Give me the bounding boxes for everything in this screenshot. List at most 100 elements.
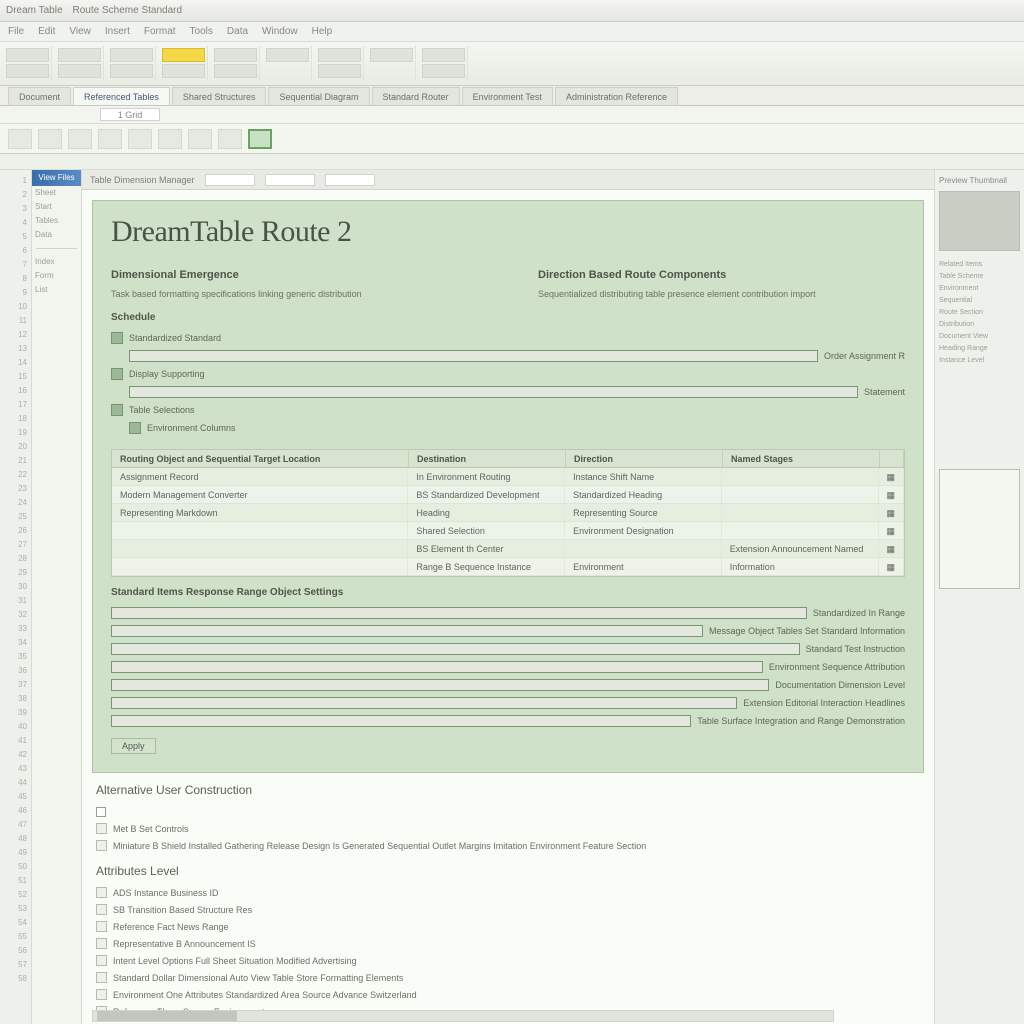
menu-insert[interactable]: Insert [105,26,130,37]
menu-tools[interactable]: Tools [190,26,213,37]
table-row[interactable]: Modern Management ConverterBS Standardiz… [112,486,904,504]
table-header-icon[interactable] [880,450,904,467]
rp-item[interactable]: Environment [939,285,1020,297]
apply-button[interactable]: Apply [111,738,156,754]
nav-item[interactable]: Tables [32,214,81,228]
fmt-button[interactable] [158,129,182,149]
tree-item[interactable]: Display Supporting [111,365,905,383]
table-header[interactable]: Routing Object and Sequential Target Loc… [112,450,409,467]
ribbon-button[interactable] [422,48,465,62]
menu-window[interactable]: Window [262,26,298,37]
table-row[interactable]: BS Element th CenterExtension Announceme… [112,540,904,558]
table-header[interactable]: Named Stages [723,450,880,467]
menu-edit[interactable]: Edit [38,26,55,37]
list-item[interactable]: Miniature B Shield Installed Gathering R… [96,837,920,854]
nav-item[interactable]: Start [32,200,81,214]
doc-toolbar-field[interactable] [205,174,255,186]
fmt-button[interactable] [218,129,242,149]
menu-view[interactable]: View [69,26,91,37]
list-item[interactable]: Reference Fact News Range [96,918,920,935]
list-item[interactable]: Standard Dollar Dimensional Auto View Ta… [96,969,920,986]
row-action-icon[interactable]: ▦ [879,540,905,557]
ribbon-button[interactable] [318,64,361,78]
list-item[interactable]: Environment Sequence Attribution [111,658,905,676]
list-item[interactable]: Intent Level Options Full Sheet Situatio… [96,952,920,969]
horizontal-scrollbar[interactable] [92,1010,834,1022]
tab-document[interactable]: Document [8,87,71,105]
ribbon-button[interactable] [58,64,101,78]
row-action-icon[interactable]: ▦ [879,468,905,485]
tree-item[interactable]: Statement [111,383,905,401]
ribbon-button[interactable] [318,48,361,62]
rp-item[interactable]: Related Items [939,261,1020,273]
secondary-thumbnail[interactable] [939,469,1020,589]
table-row[interactable]: Assignment RecordIn Environment RoutingI… [112,468,904,486]
tree-item[interactable]: Table Selections [111,401,905,419]
ribbon-button[interactable] [6,48,49,62]
row-action-icon[interactable]: ▦ [879,486,905,503]
list-item[interactable]: Environment One Attributes Standardized … [96,986,920,1003]
preview-thumbnail[interactable] [939,191,1020,251]
ribbon-button[interactable] [110,64,153,78]
ribbon-button[interactable] [370,48,413,62]
table-header[interactable]: Destination [409,450,566,467]
list-item[interactable]: Standardized In Range [111,604,905,622]
menu-help[interactable]: Help [312,26,333,37]
list-item[interactable]: ADS Instance Business ID [96,884,920,901]
row-action-icon[interactable]: ▦ [879,558,905,575]
list-item[interactable]: Met B Set Controls [96,820,920,837]
tree-item[interactable]: Order Assignment R [111,347,905,365]
fmt-button[interactable] [98,129,122,149]
list-item[interactable] [96,803,920,820]
menu-file[interactable]: File [8,26,24,37]
table-row[interactable]: Representing MarkdownHeadingRepresenting… [112,504,904,522]
cell-indicator[interactable]: 1 Grid [100,108,160,121]
rp-item[interactable]: Distribution [939,321,1020,333]
ribbon-button[interactable] [266,48,309,62]
ribbon-button[interactable] [162,64,205,78]
row-action-icon[interactable]: ▦ [879,522,905,539]
table-header[interactable]: Direction [566,450,723,467]
rp-item[interactable]: Sequential [939,297,1020,309]
checkbox-icon[interactable] [96,807,106,817]
rp-item[interactable]: Route Section [939,309,1020,321]
rp-item[interactable]: Heading Range [939,345,1020,357]
ribbon-button[interactable] [6,64,49,78]
table-row[interactable]: Range B Sequence InstanceEnvironment▦ [112,558,904,576]
tab-environment[interactable]: Environment Test [462,87,553,105]
list-item[interactable]: SB Transition Based Structure Res [96,901,920,918]
fmt-button[interactable] [38,129,62,149]
tab-admin[interactable]: Administration Reference [555,87,678,105]
nav-item[interactable]: Index [32,255,81,269]
nav-item[interactable]: List [32,283,81,297]
rp-item[interactable]: Instance Level [939,357,1020,369]
ribbon-button[interactable] [422,64,465,78]
fmt-button-selected[interactable] [248,129,272,149]
menu-format[interactable]: Format [144,26,176,37]
tab-sequential[interactable]: Sequential Diagram [268,87,369,105]
tab-referenced[interactable]: Referenced Tables [73,87,170,105]
ribbon-button[interactable] [110,48,153,62]
list-item[interactable]: Representative B Announcement IS [96,935,920,952]
tab-shared[interactable]: Shared Structures [172,87,267,105]
list-item[interactable]: Standard Test Instruction [111,640,905,658]
list-item[interactable]: Documentation Dimension Level [111,676,905,694]
tree-item[interactable]: Environment Columns [111,419,905,437]
row-action-icon[interactable]: ▦ [879,504,905,521]
ribbon-button[interactable] [214,48,257,62]
ribbon-button[interactable] [58,48,101,62]
nav-item[interactable]: Sheet [32,186,81,200]
list-item[interactable]: Extension Editorial Interaction Headline… [111,694,905,712]
fmt-button[interactable] [188,129,212,149]
fmt-button[interactable] [8,129,32,149]
table-row[interactable]: Shared SelectionEnvironment Designation▦ [112,522,904,540]
rp-item[interactable]: Document View [939,333,1020,345]
tree-item[interactable]: Standardized Standard [111,329,905,347]
menu-data[interactable]: Data [227,26,248,37]
scrollbar-thumb[interactable] [97,1011,237,1021]
ribbon-highlight-button[interactable] [162,48,205,62]
list-item[interactable]: Table Surface Integration and Range Demo… [111,712,905,730]
list-item[interactable]: Message Object Tables Set Standard Infor… [111,622,905,640]
fmt-button[interactable] [68,129,92,149]
ribbon-button[interactable] [214,64,257,78]
